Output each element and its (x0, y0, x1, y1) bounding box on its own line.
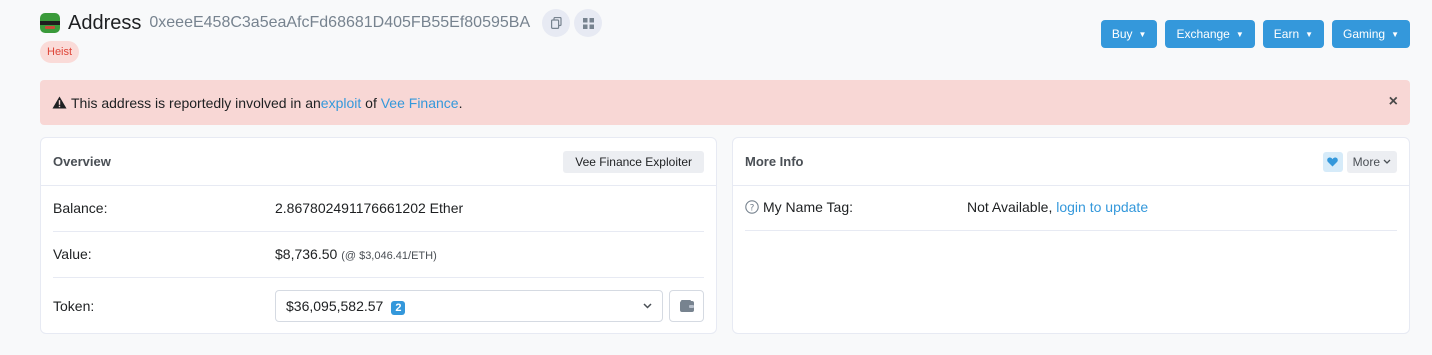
earn-label: Earn (1273, 27, 1300, 41)
more-info-title: More Info (745, 154, 804, 169)
watchlist-button[interactable] (1322, 151, 1343, 172)
svg-text:?: ? (750, 204, 755, 214)
alert-text-middle: of (361, 94, 381, 111)
login-to-update-link[interactable]: login to update (1056, 199, 1148, 215)
more-info-card: More Info More ? My Name Tag: Not Availa… (732, 137, 1410, 334)
heart-icon (1327, 157, 1338, 166)
qr-code-button[interactable] (574, 9, 603, 37)
value-row: Value: $8,736.50 (@ $3,046.41/ETH) (53, 246, 704, 262)
alert-text-before: This address is reportedly involved in a… (71, 94, 321, 111)
buy-label: Buy (1111, 27, 1133, 41)
eth-price-rate: (@ $3,046.41/ETH) (341, 250, 437, 262)
balance-label: Balance: (53, 200, 108, 216)
more-info-actions: More (1322, 150, 1397, 173)
overview-card: Overview Vee Finance Exploiter Balance: … (40, 137, 717, 334)
question-circle-icon[interactable]: ? (745, 200, 759, 214)
value-amount: $8,736.50 (275, 246, 338, 262)
chevron-down-icon (1383, 159, 1391, 164)
alert-text-after: . (458, 94, 463, 111)
wallet-button[interactable] (669, 290, 704, 322)
copy-button[interactable] (542, 9, 571, 37)
chevron-down-icon: ▼ (1138, 29, 1147, 39)
earn-dropdown-button[interactable]: Earn ▼ (1262, 20, 1325, 48)
qr-code-icon (582, 17, 594, 29)
avatar (40, 13, 60, 33)
exchange-dropdown-button[interactable]: Exchange ▼ (1165, 20, 1255, 48)
gaming-label: Gaming (1343, 27, 1386, 41)
chevron-down-icon: ▼ (1391, 29, 1399, 39)
address-hash: 0xeeeE458C3a5eaAfcFd68681D405FB55Ef80595… (149, 14, 531, 31)
warning-icon (52, 96, 67, 109)
more-label: More (1352, 154, 1380, 169)
name-label-button[interactable]: Vee Finance Exploiter (563, 150, 704, 173)
more-info-header: More Info More (733, 138, 1409, 186)
gaming-dropdown-button[interactable]: Gaming ▼ (1332, 20, 1410, 48)
divider (53, 277, 704, 278)
value-amount-wrap: $8,736.50 (@ $3,046.41/ETH) (275, 246, 437, 262)
page-title: Address (68, 11, 142, 34)
name-tag-label: My Name Tag: (763, 199, 853, 215)
token-row: Token: $36,095,582.57 2 (53, 290, 704, 322)
token-select-value-wrap: $36,095,582.57 2 (286, 297, 406, 315)
exchange-label: Exchange (1176, 27, 1230, 41)
value-label: Value: (53, 246, 92, 262)
copy-icon (550, 17, 562, 29)
divider (745, 230, 1397, 231)
overview-header: Overview Vee Finance Exploiter (41, 138, 716, 186)
exploit-link[interactable]: exploit (321, 95, 361, 111)
top-nav-buttons: Buy ▼ Exchange ▼ Earn ▼ Gaming ▼ (1100, 20, 1410, 48)
name-tag-value-wrap: Not Available, login to update (967, 199, 1148, 215)
overview-title: Overview (53, 154, 111, 169)
balance-row: Balance: 2.867802491176661202 Ether (53, 200, 704, 216)
close-alert-button[interactable]: × (1389, 93, 1398, 111)
token-label: Token: (53, 298, 95, 314)
divider (53, 231, 704, 232)
name-tag-row: ? My Name Tag: Not Available, login to u… (745, 199, 1397, 215)
heist-tag-badge[interactable]: Heist (40, 41, 80, 63)
more-dropdown-button[interactable]: More (1346, 150, 1397, 173)
name-tag-label-wrap: ? My Name Tag: (745, 199, 967, 215)
chevron-down-icon (643, 303, 652, 309)
exploit-warning-alert: This address is reportedly involved in a… (40, 80, 1410, 125)
name-tag-value: Not Available, (967, 199, 1057, 215)
token-holdings-dropdown[interactable]: $36,095,582.57 2 (275, 290, 663, 322)
buy-dropdown-button[interactable]: Buy ▼ (1100, 20, 1158, 48)
page-header: Address 0xeeeE458C3a5eaAfcFd68681D405FB5… (40, 8, 606, 38)
vee-finance-link[interactable]: Vee Finance (381, 95, 459, 111)
wallet-icon (679, 300, 694, 312)
token-count-badge: 2 (391, 300, 406, 315)
balance-value: 2.867802491176661202 Ether (275, 200, 464, 216)
chevron-down-icon: ▼ (1305, 29, 1314, 39)
chevron-down-icon: ▼ (1235, 29, 1244, 39)
token-total-value: $36,095,582.57 (286, 297, 384, 314)
